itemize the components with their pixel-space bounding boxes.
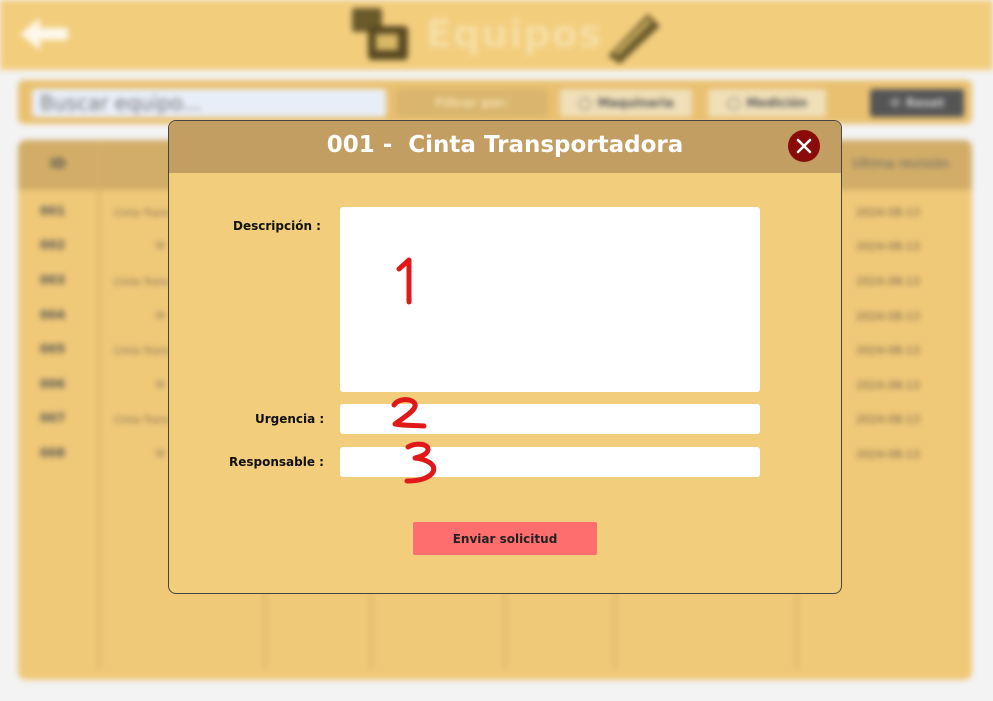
- description-label: Descripción :: [233, 219, 321, 233]
- table-row-name: M: [156, 241, 165, 252]
- back-arrow-icon[interactable]: [16, 12, 72, 56]
- reset-label: Reset: [905, 96, 945, 110]
- responsible-label: Responsable :: [229, 455, 324, 469]
- table-row-date: 2024-08-13: [856, 413, 920, 426]
- filter-measurement-label: Medición: [746, 96, 808, 110]
- table-row-id: 001: [40, 204, 66, 218]
- reset-icon: ⟲: [889, 96, 900, 110]
- submit-request-button[interactable]: Enviar solicitud: [413, 522, 597, 555]
- radio-icon: ◯: [726, 96, 741, 110]
- filter-measurement-button[interactable]: ◯ Medición: [708, 89, 826, 117]
- equipment-logo-icon: [352, 8, 408, 60]
- toolbar: Filtrar por: ◯ Maquinaria ◯ Medición ⟲ R…: [18, 80, 972, 124]
- modal-header: 001 - Cinta Transportadora: [169, 121, 841, 173]
- filter-machinery-label: Maquinaria: [597, 96, 674, 110]
- table-row-id: 008: [40, 446, 66, 460]
- table-row-id: 003: [40, 273, 66, 287]
- column-divider: [98, 140, 100, 670]
- top-bar: Equipos: [0, 0, 993, 70]
- responsible-field[interactable]: [340, 447, 760, 477]
- table-row-id: 007: [40, 411, 66, 425]
- table-row-date: 2024-08-13: [856, 448, 920, 461]
- table-row-id: 005: [40, 342, 66, 356]
- close-button[interactable]: [788, 130, 820, 162]
- request-modal: 001 - Cinta Transportadora Descripción :…: [168, 120, 842, 594]
- last-review-column-header: Ultima revisión: [852, 157, 950, 172]
- table-row-name: Cinta Trans: [114, 415, 170, 426]
- filter-by-label: Filtrar por:: [435, 96, 509, 110]
- table-row-name: M: [156, 380, 165, 391]
- table-row-name: Cinta Trans: [114, 208, 170, 219]
- description-field[interactable]: [340, 207, 760, 392]
- close-icon: [796, 138, 812, 154]
- table-row-name: Cinta Trans: [114, 277, 170, 288]
- table-row-date: 2024-08-13: [856, 275, 920, 288]
- pencil-icon: [608, 14, 660, 64]
- radio-icon: ◯: [578, 96, 592, 110]
- table-row-id: 006: [40, 377, 66, 391]
- filter-machinery-button[interactable]: ◯ Maquinaria: [560, 89, 692, 117]
- table-row-name: M: [156, 311, 165, 322]
- id-column-header: ID: [50, 157, 66, 172]
- table-row-date: 2024-08-13: [856, 310, 920, 323]
- search-input[interactable]: [32, 89, 386, 117]
- table-row-id: 004: [40, 308, 66, 322]
- reset-button[interactable]: ⟲ Reset: [870, 89, 964, 117]
- filter-by-button[interactable]: Filtrar por:: [396, 89, 548, 117]
- table-row-id: 002: [40, 238, 66, 252]
- table-row-name: Cinta Trans: [114, 346, 170, 357]
- table-row-date: 2024-08-13: [856, 206, 920, 219]
- modal-title: 001 - Cinta Transportadora: [326, 132, 684, 158]
- table-row-date: 2024-08-13: [856, 240, 920, 253]
- urgency-field[interactable]: [340, 404, 760, 434]
- app-title: Equipos: [426, 12, 603, 56]
- table-row-date: 2024-08-13: [856, 379, 920, 392]
- table-row-date: 2024-08-13: [856, 344, 920, 357]
- urgency-label: Urgencia :: [255, 412, 325, 426]
- table-row-name: M: [156, 449, 165, 460]
